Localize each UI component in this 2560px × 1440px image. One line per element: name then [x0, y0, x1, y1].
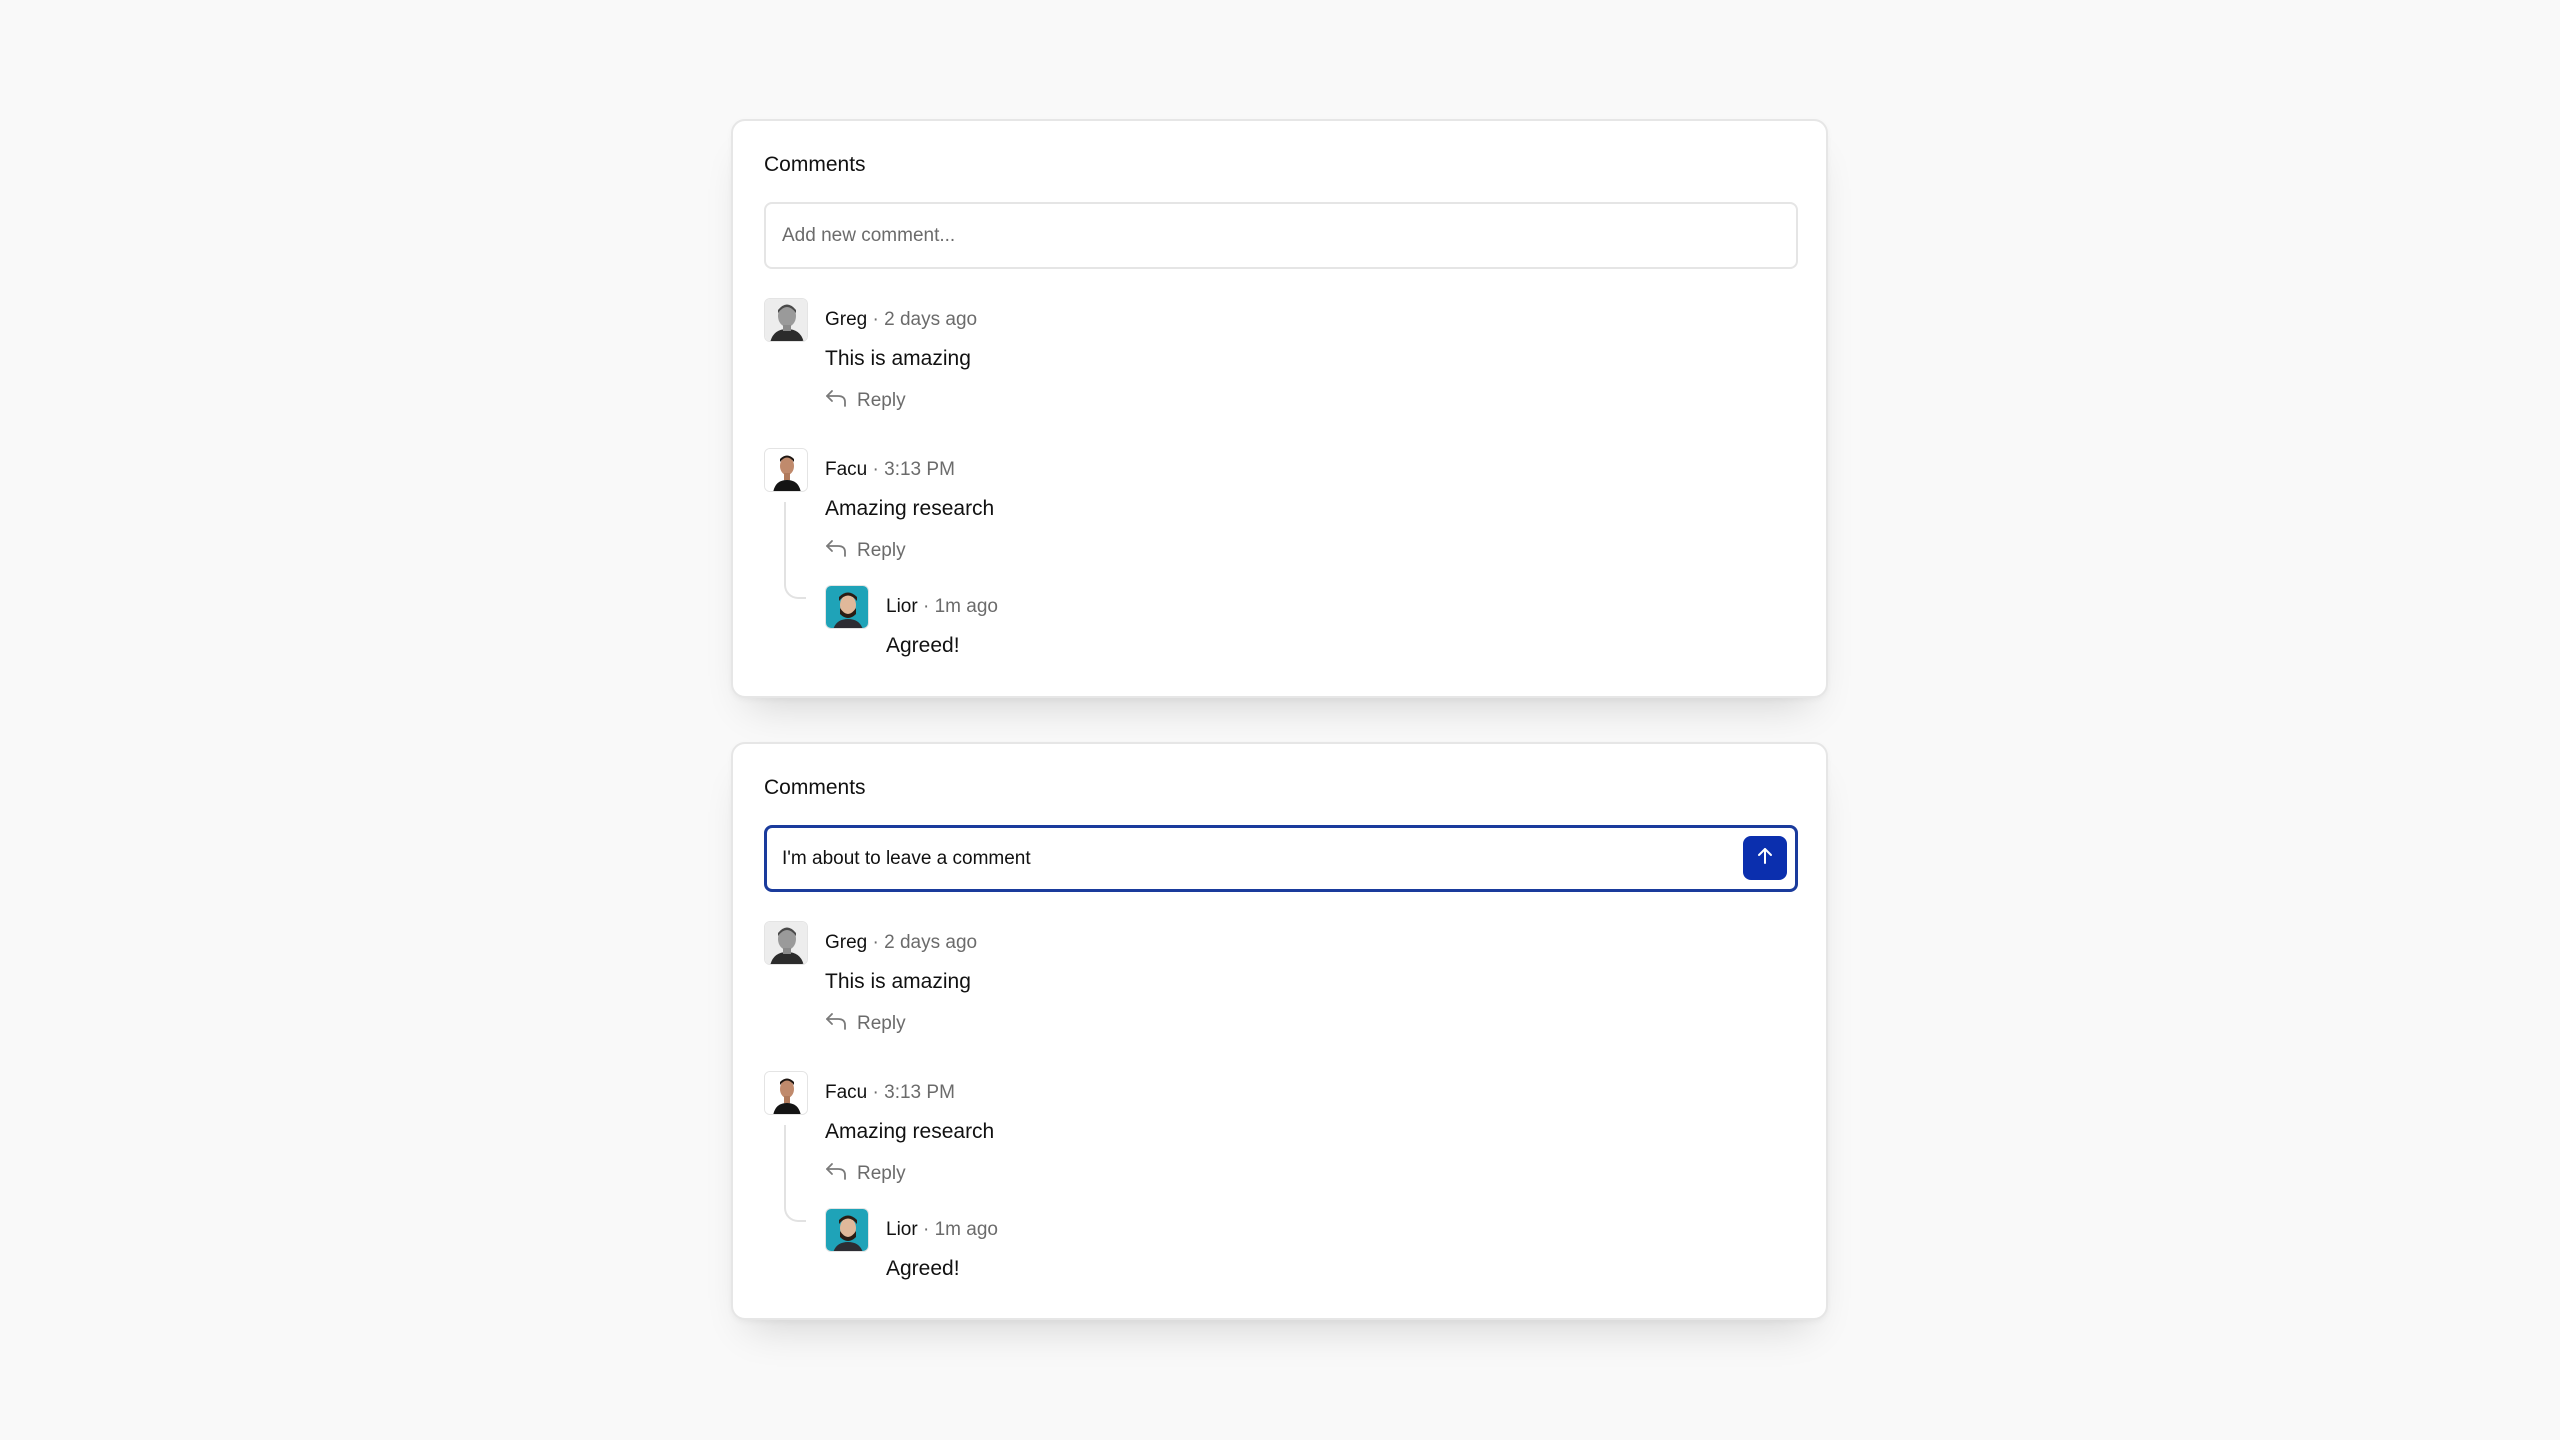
reply-label: Reply — [857, 1012, 906, 1034]
comment-timestamp: 2 days ago — [884, 309, 978, 330]
comment-item: Facu · 3:13 PM Amazing research Reply Li… — [764, 448, 1764, 678]
comment-text: This is amazing — [825, 970, 971, 993]
comment-meta: Facu · 3:13 PM — [825, 459, 955, 481]
reply-label: Reply — [857, 539, 906, 561]
reply-icon — [825, 1161, 847, 1186]
reply-button[interactable]: Reply — [825, 388, 906, 413]
comment-timestamp: 3:13 PM — [884, 1082, 955, 1103]
facu-avatar — [764, 448, 808, 492]
thread-connector — [784, 1125, 806, 1222]
meta-separator: · — [867, 1082, 885, 1103]
meta-separator: · — [867, 932, 885, 953]
comment-input-box[interactable] — [764, 202, 1798, 269]
comment-timestamp: 1m ago — [934, 596, 998, 617]
arrow-up-icon — [1755, 846, 1775, 871]
meta-separator: · — [917, 596, 935, 617]
comment-author: Lior — [886, 596, 918, 617]
meta-separator: · — [867, 459, 885, 480]
lior-avatar — [825, 585, 869, 629]
lior-avatar — [825, 1208, 869, 1252]
meta-separator: · — [867, 309, 885, 330]
reply-label: Reply — [857, 389, 906, 411]
comment-text: Agreed! — [886, 634, 960, 657]
reply-button[interactable]: Reply — [825, 1161, 906, 1186]
card-title: Comments — [764, 153, 866, 176]
comment-meta: Facu · 3:13 PM — [825, 1082, 955, 1104]
comments-card: Comments I'm about to leave a comment Gr… — [731, 742, 1828, 1320]
comment-timestamp: 1m ago — [934, 1219, 998, 1240]
reply-button[interactable]: Reply — [825, 538, 906, 563]
comment-author: Lior — [886, 1219, 918, 1240]
reply-icon — [825, 1011, 847, 1036]
comment-item: Greg · 2 days ago This is amazing Reply — [764, 921, 1764, 1041]
reply-button[interactable]: Reply — [825, 1011, 906, 1036]
comments-card: Comments Greg · 2 days ago This is amazi… — [731, 119, 1828, 698]
send-button[interactable] — [1743, 836, 1787, 880]
reply-icon — [825, 388, 847, 413]
comment-text: This is amazing — [825, 347, 971, 370]
comment-input[interactable] — [782, 204, 1682, 267]
thread-connector — [784, 502, 806, 599]
reply-icon — [825, 538, 847, 563]
comment-text: Agreed! — [886, 1257, 960, 1280]
comment-input[interactable] — [782, 828, 1682, 889]
nested-reply-item: Lior · 1m ago Agreed! — [825, 1208, 1725, 1298]
page: Comments Greg · 2 days ago This is amazi… — [0, 0, 2560, 1440]
comment-item: Facu · 3:13 PM Amazing research Reply Li… — [764, 1071, 1764, 1301]
comment-text: Amazing research — [825, 1120, 995, 1143]
comment-timestamp: 2 days ago — [884, 932, 978, 953]
comment-text: Amazing research — [825, 497, 995, 520]
comment-author: Facu — [825, 459, 868, 480]
comment-timestamp: 3:13 PM — [884, 459, 955, 480]
nested-reply-item: Lior · 1m ago Agreed! — [825, 585, 1725, 675]
comment-author: Greg — [825, 309, 868, 330]
greg-avatar — [764, 921, 808, 965]
reply-label: Reply — [857, 1162, 906, 1184]
comment-meta: Greg · 2 days ago — [825, 309, 977, 331]
comment-author: Greg — [825, 932, 868, 953]
comment-item: Greg · 2 days ago This is amazing Reply — [764, 298, 1764, 418]
card-title: Comments — [764, 776, 866, 799]
comment-input-box[interactable] — [764, 825, 1798, 892]
comment-author: Facu — [825, 1082, 868, 1103]
meta-separator: · — [917, 1219, 935, 1240]
comment-meta: Lior · 1m ago — [886, 596, 998, 618]
comment-meta: Greg · 2 days ago — [825, 932, 977, 954]
facu-avatar — [764, 1071, 808, 1115]
greg-avatar — [764, 298, 808, 342]
comment-meta: Lior · 1m ago — [886, 1219, 998, 1241]
